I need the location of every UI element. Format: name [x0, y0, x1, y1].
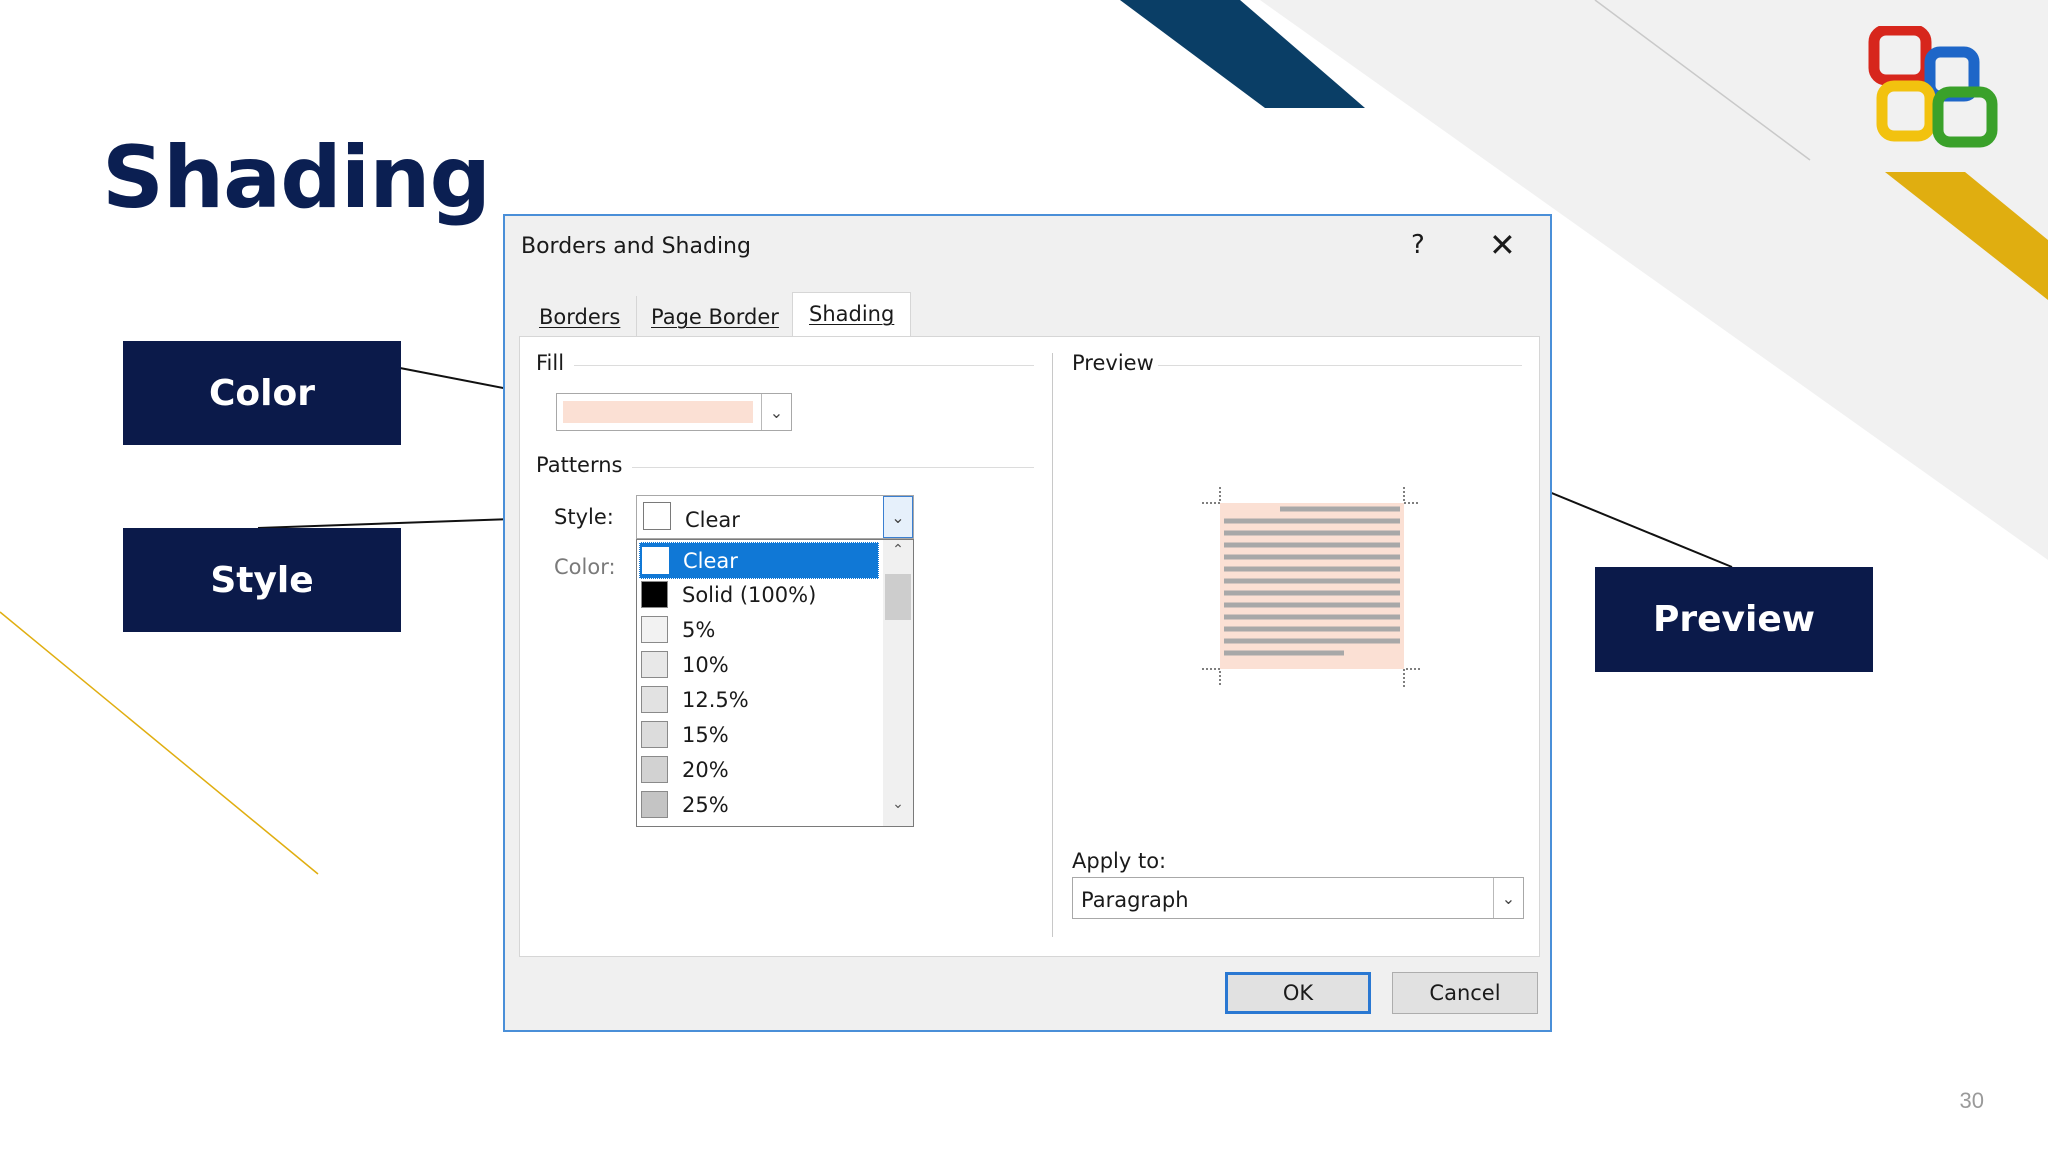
color-callout: Color — [123, 341, 401, 445]
option-label: 25% — [682, 792, 729, 817]
style-swatch — [643, 502, 671, 530]
option-label: 15% — [682, 722, 729, 747]
style-value: Clear — [685, 508, 740, 532]
preview-fill — [1220, 503, 1404, 669]
list-item[interactable]: 10% — [639, 647, 877, 682]
tab-borders[interactable]: Borders — [523, 296, 638, 338]
cancel-button[interactable]: Cancel — [1392, 972, 1538, 1014]
pattern-swatch — [641, 651, 668, 678]
option-label: 12.5% — [682, 687, 749, 712]
list-item[interactable]: 25% — [639, 787, 877, 822]
scroll-thumb[interactable] — [885, 574, 911, 620]
pattern-color-label: Color: — [554, 555, 616, 579]
gold-accent-line — [0, 611, 319, 875]
pattern-swatch — [641, 581, 668, 608]
style-callout: Style — [123, 528, 401, 632]
list-scrollbar[interactable]: ⌃ ⌄ — [883, 540, 913, 826]
option-label: 5% — [682, 617, 716, 642]
shading-panel: Fill ⌄ Patterns Style: Color: Clear ⌄ Cl… — [519, 336, 1540, 957]
preview-text-lines — [1224, 506, 1400, 656]
tab-page-border[interactable]: Page Border — [635, 296, 796, 338]
chevron-down-icon[interactable]: ⌄ — [761, 394, 791, 430]
page-number: 30 — [1959, 1088, 1984, 1113]
style-dropdown[interactable]: Clear ⌄ — [636, 495, 914, 539]
preview-group-label: Preview — [1072, 351, 1154, 375]
help-button[interactable]: ? — [1411, 230, 1425, 260]
pattern-swatch — [641, 721, 668, 748]
pattern-swatch — [641, 616, 668, 643]
dialog-title: Borders and Shading — [521, 234, 751, 259]
borders-and-shading-dialog: Borders and Shading ? ✕ Borders Page Bor… — [503, 214, 1552, 1032]
patterns-group-label: Patterns — [536, 453, 623, 477]
pattern-swatch — [641, 756, 668, 783]
list-item[interactable]: Clear — [639, 542, 879, 579]
list-item[interactable]: 20% — [639, 752, 877, 787]
scroll-down-icon[interactable]: ⌄ — [883, 796, 913, 822]
office-logo-icon — [1868, 26, 1998, 148]
pattern-swatch — [641, 791, 668, 818]
apply-to-value: Paragraph — [1081, 888, 1189, 912]
chevron-down-icon[interactable]: ⌄ — [1493, 878, 1523, 918]
style-options-list[interactable]: Clear Solid (100%) 5% 10% 12.5% 15% 20% … — [636, 539, 914, 827]
close-icon[interactable]: ✕ — [1489, 226, 1516, 264]
preview-callout: Preview — [1595, 567, 1873, 672]
apply-to-label: Apply to: — [1072, 849, 1167, 873]
patterns-divider — [632, 467, 1034, 468]
style-leader-line — [257, 517, 541, 529]
section-divider — [1052, 353, 1053, 937]
option-label: 10% — [682, 652, 729, 677]
preview-divider — [1158, 365, 1522, 366]
chevron-down-icon[interactable]: ⌄ — [883, 496, 913, 538]
option-label: 20% — [682, 757, 729, 782]
fill-group-label: Fill — [536, 351, 565, 375]
style-label: Style: — [554, 505, 614, 529]
shading-preview — [1202, 487, 1420, 687]
list-item[interactable]: 5% — [639, 612, 877, 647]
fill-divider — [574, 365, 1034, 366]
tab-shading[interactable]: Shading — [792, 292, 912, 339]
apply-to-dropdown[interactable]: Paragraph ⌄ — [1072, 877, 1524, 919]
list-item[interactable]: 12.5% — [639, 682, 877, 717]
option-label: Solid (100%) — [682, 582, 817, 607]
ok-button[interactable]: OK — [1225, 972, 1371, 1014]
pattern-swatch — [641, 686, 668, 713]
scroll-up-icon[interactable]: ⌃ — [883, 542, 913, 568]
slide-title: Shading — [102, 128, 491, 228]
list-item[interactable]: Solid (100%) — [639, 577, 877, 612]
pattern-swatch — [642, 547, 669, 574]
fill-color-swatch — [563, 401, 753, 423]
fill-color-dropdown[interactable]: ⌄ — [556, 393, 792, 431]
list-item[interactable]: 15% — [639, 717, 877, 752]
option-label: Clear — [683, 548, 738, 573]
